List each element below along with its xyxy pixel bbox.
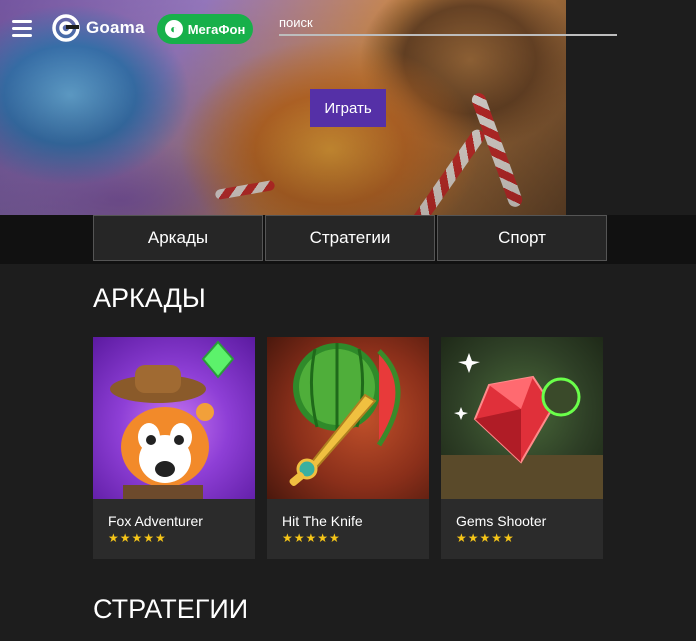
play-button[interactable]: Играть [310, 89, 386, 127]
gem-icon [441, 353, 603, 499]
game-title: Hit The Knife [282, 513, 363, 529]
menu-icon[interactable] [12, 20, 32, 37]
tab-sport[interactable]: Спорт [437, 215, 607, 261]
game-thumbnail [93, 337, 255, 499]
game-card[interactable]: Fox Adventurer ★★★★★ [93, 337, 255, 559]
watermelon-knife-icon [289, 343, 401, 486]
section-title-strategy: СТРАТЕГИИ [93, 594, 249, 624]
tab-strategy[interactable]: Стратегии [265, 215, 435, 261]
game-card[interactable]: Gems Shooter ★★★★★ [441, 337, 603, 559]
search-input[interactable] [279, 15, 617, 30]
game-thumbnail [267, 337, 429, 499]
game-title: Gems Shooter [456, 513, 547, 529]
rating-stars: ★★★★★ [108, 531, 167, 545]
section-title-arcade: АРКАДЫ [93, 283, 206, 313]
brand-name: Goama [86, 18, 145, 37]
category-tabs: Аркады Стратегии Спорт [93, 215, 609, 261]
megafon-logo-icon: ◐ [164, 20, 183, 38]
brand-logo[interactable]: Goama [52, 14, 145, 42]
game-title: Fox Adventurer [108, 513, 203, 529]
fox-icon [110, 340, 235, 499]
search-box[interactable] [279, 14, 617, 36]
game-list: Fox Adventurer ★★★★★ Hit The Knife ★★★★★ [93, 337, 603, 559]
game-thumbnail [441, 337, 603, 499]
rating-stars: ★★★★★ [282, 531, 341, 545]
partner-name: МегаФон [187, 21, 246, 37]
partner-badge[interactable]: ◐ МегаФон [157, 14, 253, 44]
rating-stars: ★★★★★ [456, 531, 515, 545]
game-card[interactable]: Hit The Knife ★★★★★ [267, 337, 429, 559]
goama-logo-icon [52, 14, 80, 42]
tab-arcade[interactable]: Аркады [93, 215, 263, 261]
